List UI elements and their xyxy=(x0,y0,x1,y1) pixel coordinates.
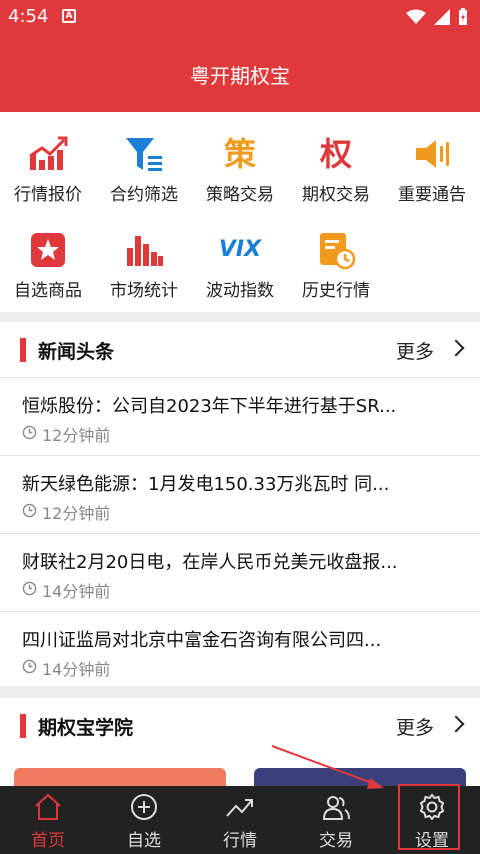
menu-label: 期权交易 xyxy=(302,185,370,205)
battery-icon xyxy=(459,8,467,25)
news-title: 四川证监局对北京中富金石咨询有限公司四... xyxy=(22,630,382,651)
bar-chart-icon xyxy=(127,236,163,266)
section-accent xyxy=(20,338,26,362)
menu-volatility-index[interactable]: VIX 波动指数 xyxy=(192,216,288,308)
clock-icon xyxy=(22,425,37,440)
wifi-icon xyxy=(406,9,426,24)
news-title: 财联社2月20日电，在岸人民币兑美元收盘报... xyxy=(22,552,398,573)
page-title: 粤开期权宝 xyxy=(190,64,290,88)
announcement-icon xyxy=(416,140,449,168)
vix-icon: VIX xyxy=(218,237,262,262)
menu-label: 合约筛选 xyxy=(110,185,178,205)
news-time: 12分钟前 xyxy=(42,504,111,523)
news-item[interactable]: 新天绿色能源：1月发电150.33万兆瓦时 同... 12分钟前 xyxy=(0,456,480,534)
menu-label: 策略交易 xyxy=(206,185,274,205)
academy-header: 期权宝学院 更多 xyxy=(0,698,480,754)
trend-icon xyxy=(226,799,253,817)
notification-icon: A xyxy=(62,9,76,23)
news-header: 新闻头条 更多 xyxy=(0,322,480,378)
news-title: 恒烁股份：公司自2023年下半年进行基于SR... xyxy=(22,396,397,417)
menu-market-stats[interactable]: 市场统计 xyxy=(96,216,192,308)
news-section-title: 新闻头条 xyxy=(38,341,115,363)
menu-announcement[interactable]: 重要通告 xyxy=(384,120,480,212)
tab-market[interactable]: 行情 xyxy=(192,786,288,854)
signal-icon xyxy=(434,9,450,25)
market-quote-icon xyxy=(29,136,68,170)
academy-section-title: 期权宝学院 xyxy=(38,717,134,739)
chevron-right-icon xyxy=(447,715,465,733)
menu-contract-filter[interactable]: 合约筛选 xyxy=(96,120,192,212)
clock-icon xyxy=(22,659,37,674)
app-header: 粤开期权宝 xyxy=(0,34,480,112)
menu-market-quote[interactable]: 行情报价 xyxy=(0,120,96,212)
add-circle-icon xyxy=(131,794,157,820)
menu-label: 自选商品 xyxy=(14,281,82,301)
status-time: 4:54 xyxy=(8,6,49,27)
academy-more-link[interactable]: 更多 xyxy=(396,713,434,740)
tab-watchlist[interactable]: 自选 xyxy=(96,786,192,854)
status-icons xyxy=(406,8,468,26)
home-icon xyxy=(35,793,61,820)
news-time: 14分钟前 xyxy=(42,582,111,601)
tab-home[interactable]: 首页 xyxy=(0,786,96,854)
news-section: 新闻头条 更多 恒烁股份：公司自2023年下半年进行基于SR... 12分钟前 … xyxy=(0,322,480,686)
menu-label: 行情报价 xyxy=(14,185,82,205)
menu-option-trade[interactable]: 权 期权交易 xyxy=(288,120,384,212)
quick-menu-grid: 行情报价 合约筛选 策 策略交易 权 期权交易 重要通告 自选商品 市场统计 V… xyxy=(0,112,480,312)
tab-label: 交易 xyxy=(319,831,353,851)
filter-icon xyxy=(126,138,162,171)
tab-label: 首页 xyxy=(31,831,65,851)
academy-card[interactable] xyxy=(14,768,226,786)
status-bar: 4:54 A xyxy=(0,0,480,34)
menu-label: 波动指数 xyxy=(206,281,274,301)
news-time: 14分钟前 xyxy=(42,660,111,679)
tab-trade[interactable]: 交易 xyxy=(288,786,384,854)
strategy-icon: 策 xyxy=(223,135,256,173)
history-icon xyxy=(320,233,356,270)
clock-icon xyxy=(22,581,37,596)
tab-label: 自选 xyxy=(127,831,161,851)
news-time: 12分钟前 xyxy=(42,426,111,445)
news-title: 新天绿色能源：1月发电150.33万兆瓦时 同... xyxy=(22,474,390,495)
menu-history[interactable]: 历史行情 xyxy=(288,216,384,308)
chevron-right-icon xyxy=(447,339,465,357)
news-more-link[interactable]: 更多 xyxy=(396,337,434,364)
menu-label: 重要通告 xyxy=(398,185,466,205)
section-accent xyxy=(20,714,26,738)
users-icon xyxy=(322,796,350,820)
clock-icon xyxy=(22,503,37,518)
menu-label: 市场统计 xyxy=(110,281,178,301)
news-item[interactable]: 财联社2月20日电，在岸人民币兑美元收盘报... 14分钟前 xyxy=(0,534,480,612)
news-item[interactable]: 四川证监局对北京中富金石咨询有限公司四... 14分钟前 xyxy=(0,612,480,690)
menu-favorites[interactable]: 自选商品 xyxy=(0,216,96,308)
menu-label: 历史行情 xyxy=(302,281,370,301)
menu-strategy-trade[interactable]: 策 策略交易 xyxy=(192,120,288,212)
option-trade-icon: 权 xyxy=(319,135,352,173)
tab-label: 行情 xyxy=(223,831,257,851)
news-item[interactable]: 恒烁股份：公司自2023年下半年进行基于SR... 12分钟前 xyxy=(0,378,480,456)
settings-highlight-box xyxy=(398,784,460,850)
favorite-star-icon xyxy=(31,233,65,267)
